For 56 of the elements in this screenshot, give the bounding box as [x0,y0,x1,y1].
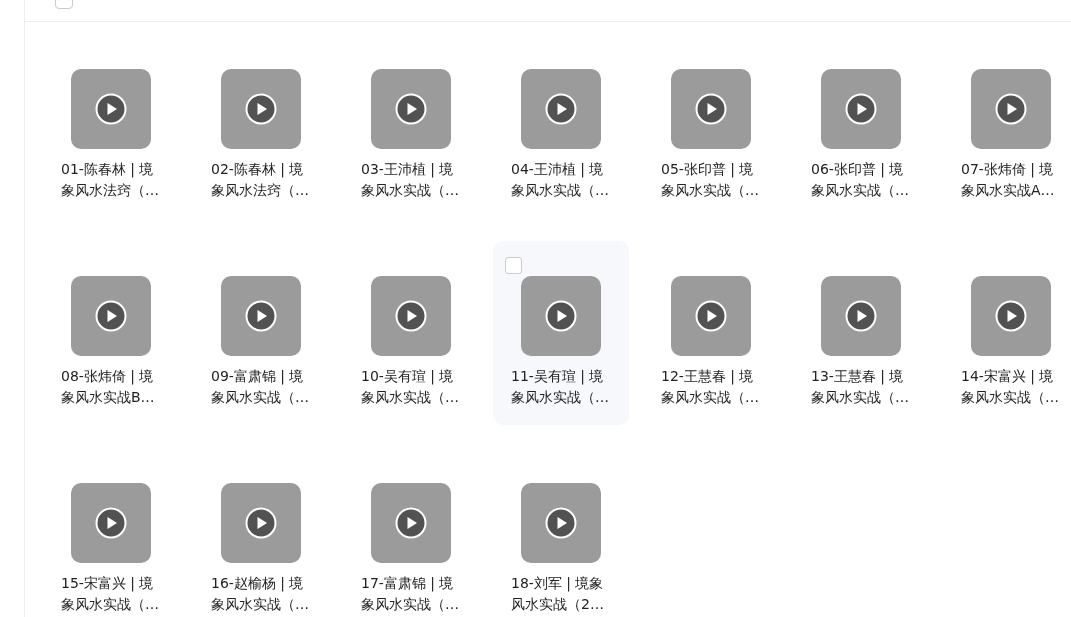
video-thumbnail[interactable] [371,69,451,149]
video-thumbnail[interactable] [821,69,901,149]
video-thumbnail[interactable] [971,276,1051,356]
play-icon [95,93,127,125]
play-icon [395,507,427,539]
video-thumbnail[interactable] [221,276,301,356]
file-name[interactable]: 07-张炜倚 | 境象风水实战A… [961,159,1061,201]
file-name[interactable]: 17-富肃锦 | 境象风水实战（… [361,573,461,615]
video-thumbnail[interactable] [521,69,601,149]
play-icon [95,300,127,332]
file-name[interactable]: 15-宋富兴 | 境象风水实战（… [61,573,161,615]
play-icon [845,93,877,125]
file-name[interactable]: 12-王慧春 | 境象风水实战（… [661,366,761,408]
video-thumbnail[interactable] [371,483,451,563]
video-thumbnail[interactable] [671,69,751,149]
play-icon [545,507,577,539]
file-name[interactable]: 14-宋富兴 | 境象风水实战（… [961,366,1061,408]
file-name[interactable]: 09-富肃锦 | 境象风水实战（… [211,366,311,408]
video-thumbnail[interactable] [821,276,901,356]
file-name[interactable]: 16-赵榆杨 | 境象风水实战（… [211,573,311,615]
play-icon [245,93,277,125]
video-thumbnail[interactable] [71,483,151,563]
play-icon [695,300,727,332]
video-thumbnail[interactable] [521,483,601,563]
file-name[interactable]: 06-张印普 | 境象风水实战（… [811,159,911,201]
file-name[interactable]: 02-陈春林 | 境象风水法窍（… [211,159,311,201]
file-name[interactable]: 04-王沛植 | 境象风水实战（… [511,159,611,201]
video-thumbnail[interactable] [221,69,301,149]
file-card[interactable]: 11-吴有瑄 | 境象风水实战（… [493,241,629,425]
file-name[interactable]: 05-张印普 | 境象风水实战（… [661,159,761,201]
play-icon [695,93,727,125]
file-name[interactable]: 18-刘军 | 境象风水实战（2… [511,573,611,615]
video-thumbnail[interactable] [221,483,301,563]
play-icon [395,300,427,332]
file-name[interactable]: 01-陈春林 | 境象风水法窍（… [61,159,161,201]
file-name[interactable]: 10-吴有瑄 | 境象风水实战（… [361,366,461,408]
file-name[interactable]: 03-王沛植 | 境象风水实战（… [361,159,461,201]
video-thumbnail[interactable] [971,69,1051,149]
video-thumbnail[interactable] [71,276,151,356]
play-icon [545,300,577,332]
video-thumbnail[interactable] [71,69,151,149]
file-name[interactable]: 13-王慧春 | 境象风水实战（… [811,366,911,408]
file-name[interactable]: 11-吴有瑄 | 境象风水实战（… [511,366,611,408]
play-icon [95,507,127,539]
play-icon [395,93,427,125]
play-icon [995,300,1027,332]
play-icon [245,300,277,332]
file-name[interactable]: 08-张炜倚 | 境象风水实战B… [61,366,161,408]
video-thumbnail[interactable] [371,276,451,356]
video-thumbnail[interactable] [671,276,751,356]
play-icon [245,507,277,539]
file-checkbox[interactable] [505,257,522,274]
play-icon [995,93,1027,125]
play-icon [845,300,877,332]
play-icon [545,93,577,125]
video-thumbnail[interactable] [521,276,601,356]
